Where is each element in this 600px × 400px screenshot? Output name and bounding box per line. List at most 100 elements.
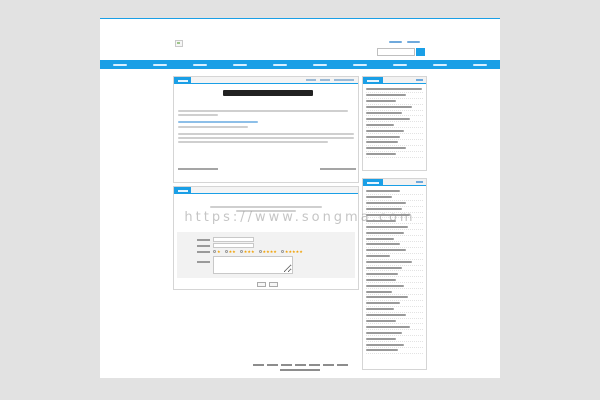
sidebar-recommended-header bbox=[363, 179, 426, 186]
list-item-label bbox=[366, 290, 392, 293]
breadcrumb-item-3 bbox=[334, 79, 354, 81]
list-item-label bbox=[366, 272, 398, 275]
nav-item-4[interactable] bbox=[220, 60, 260, 69]
list-item-label bbox=[366, 135, 400, 138]
sidebar-latest-header bbox=[363, 77, 426, 84]
list-item-label bbox=[366, 88, 422, 91]
list-item-label bbox=[366, 267, 402, 270]
star-icon: ★★★★ bbox=[262, 249, 277, 254]
article-tab bbox=[174, 77, 191, 84]
rating-option-1[interactable]: ★ bbox=[213, 249, 222, 254]
article-panel bbox=[173, 76, 359, 183]
nav-item-label bbox=[353, 63, 367, 66]
nav-item-9[interactable] bbox=[420, 60, 460, 69]
list-item-label bbox=[366, 278, 396, 281]
search-input[interactable] bbox=[377, 48, 415, 56]
sidebar-latest-tab bbox=[363, 77, 383, 84]
email-label bbox=[197, 244, 210, 247]
rating-option-3[interactable]: ★★★ bbox=[239, 249, 256, 254]
nav-item-7[interactable] bbox=[340, 60, 380, 69]
top-link-1[interactable] bbox=[389, 40, 402, 44]
list-item-label bbox=[366, 249, 406, 252]
email-input[interactable] bbox=[213, 243, 254, 248]
list-item[interactable] bbox=[366, 152, 423, 158]
footer-link-5[interactable] bbox=[308, 364, 320, 366]
nav-item-label bbox=[393, 63, 407, 66]
list-item-label bbox=[366, 349, 398, 352]
sidebar-recommended-tab bbox=[363, 179, 383, 186]
radio-icon bbox=[280, 250, 284, 253]
list-item-label bbox=[366, 343, 404, 346]
breadcrumb-item-2[interactable] bbox=[320, 79, 330, 81]
list-item-label bbox=[366, 147, 406, 150]
radio-icon bbox=[239, 250, 243, 253]
star-icon: ★★★ bbox=[243, 249, 255, 254]
article-title bbox=[223, 90, 313, 96]
next-article-link[interactable] bbox=[320, 168, 356, 170]
comment-notice bbox=[210, 206, 322, 214]
nav-item-6[interactable] bbox=[300, 60, 340, 69]
nav-item-label bbox=[273, 63, 287, 66]
reset-button[interactable] bbox=[269, 282, 278, 287]
comment-tab bbox=[174, 187, 191, 194]
list-item-label bbox=[366, 225, 408, 228]
rating-option-4[interactable]: ★★★★ bbox=[258, 249, 278, 254]
radio-icon bbox=[258, 250, 262, 253]
rating-option-5[interactable]: ★★★★★ bbox=[280, 249, 304, 254]
star-icon: ★ bbox=[217, 249, 221, 254]
rating-option-2[interactable]: ★★ bbox=[224, 249, 237, 254]
list-item-label bbox=[366, 243, 400, 246]
footer-link-4[interactable] bbox=[294, 364, 306, 366]
footer-link-3[interactable] bbox=[280, 364, 292, 366]
rating-label bbox=[197, 250, 210, 253]
footer-link-2[interactable] bbox=[266, 364, 278, 366]
list-item-label bbox=[366, 237, 394, 240]
nav-item-2[interactable] bbox=[140, 60, 180, 69]
list-item-label bbox=[366, 331, 402, 334]
list-item-label bbox=[366, 129, 404, 132]
sidebar-latest-more-link[interactable] bbox=[416, 79, 423, 81]
sidebar-recommended-more-link[interactable] bbox=[416, 181, 423, 183]
article-paragraph-2 bbox=[178, 121, 354, 123]
footer-link-1[interactable] bbox=[252, 364, 264, 366]
nav-item-5[interactable] bbox=[260, 60, 300, 69]
footer-link-6[interactable] bbox=[322, 364, 334, 366]
comment-tab-label bbox=[177, 189, 188, 192]
list-item-label bbox=[366, 196, 392, 199]
main-nav bbox=[100, 60, 500, 69]
footer-copyright bbox=[280, 369, 320, 371]
nav-item-1[interactable] bbox=[100, 60, 140, 69]
comment-textarea[interactable] bbox=[213, 256, 293, 274]
breadcrumb-item-1[interactable] bbox=[306, 79, 316, 81]
submit-button[interactable] bbox=[257, 282, 266, 287]
nav-item-label bbox=[433, 63, 447, 66]
nav-item-8[interactable] bbox=[380, 60, 420, 69]
list-item-label bbox=[366, 94, 406, 97]
nav-item-3[interactable] bbox=[180, 60, 220, 69]
sidebar-recommended-list bbox=[363, 186, 426, 354]
list-item[interactable] bbox=[366, 348, 423, 354]
search-button[interactable] bbox=[416, 48, 425, 56]
prev-article-link[interactable] bbox=[178, 168, 218, 170]
footer-links bbox=[100, 364, 500, 366]
sidebar-latest-title bbox=[367, 79, 379, 82]
list-item-label bbox=[366, 208, 402, 211]
article-body bbox=[178, 110, 354, 145]
nav-item-10[interactable] bbox=[460, 60, 500, 69]
star-icon: ★★★★★ bbox=[284, 249, 303, 254]
comment-form: ★ ★★ ★★★ ★★★★ ★★★★★ bbox=[177, 232, 355, 278]
name-input[interactable] bbox=[213, 237, 254, 242]
sidebar-recommended-title bbox=[367, 181, 379, 184]
list-item-label bbox=[366, 302, 400, 305]
breadcrumb bbox=[306, 79, 354, 81]
list-item-label bbox=[366, 106, 412, 109]
nav-item-label bbox=[113, 63, 127, 66]
comment-panel-header bbox=[174, 187, 358, 194]
list-item-label bbox=[366, 255, 390, 258]
footer-link-7[interactable] bbox=[336, 364, 348, 366]
top-link-2[interactable] bbox=[407, 40, 420, 44]
logo-image-icon[interactable] bbox=[175, 40, 183, 47]
nav-item-label bbox=[473, 63, 487, 66]
sidebar-latest-panel bbox=[362, 76, 427, 171]
star-icon: ★★ bbox=[228, 249, 236, 254]
